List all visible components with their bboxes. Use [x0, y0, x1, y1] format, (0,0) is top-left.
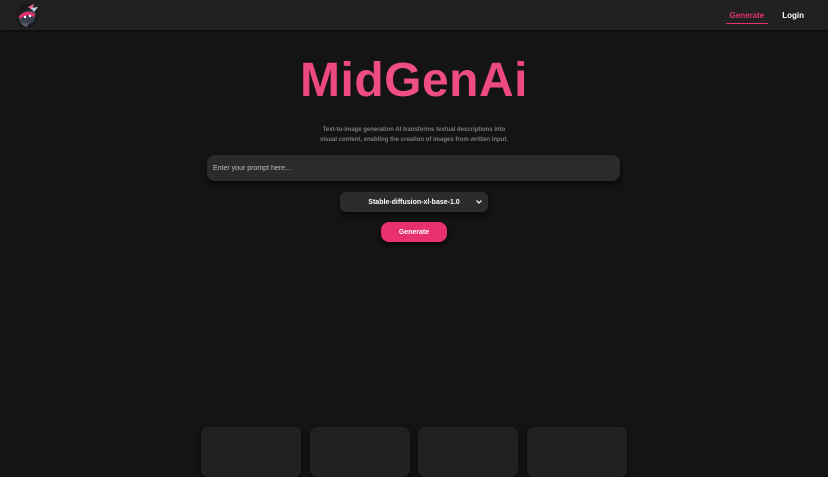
image-result-card[interactable]: [310, 427, 410, 477]
prompt-input[interactable]: [207, 155, 620, 181]
generate-button[interactable]: Generate: [381, 222, 447, 242]
hero-description: Text-to-image generation AI transforms t…: [319, 127, 509, 143]
chevron-down-icon: [476, 200, 482, 204]
hero-title: MidGenAi: [0, 52, 828, 110]
nav-link-generate[interactable]: Generate: [725, 7, 769, 24]
ninja-mask-logo-icon[interactable]: [14, 3, 40, 29]
top-navbar: Generate Login: [0, 0, 828, 30]
image-result-card[interactable]: [527, 427, 627, 477]
image-result-card[interactable]: [201, 427, 301, 477]
image-result-card[interactable]: [418, 427, 518, 477]
nav-links: Generate Login: [725, 0, 808, 30]
model-select[interactable]: Stable-diffusion-xl-base-1.0: [340, 192, 488, 212]
nav-link-login[interactable]: Login: [778, 7, 808, 24]
model-select-value: Stable-diffusion-xl-base-1.0: [368, 198, 460, 206]
